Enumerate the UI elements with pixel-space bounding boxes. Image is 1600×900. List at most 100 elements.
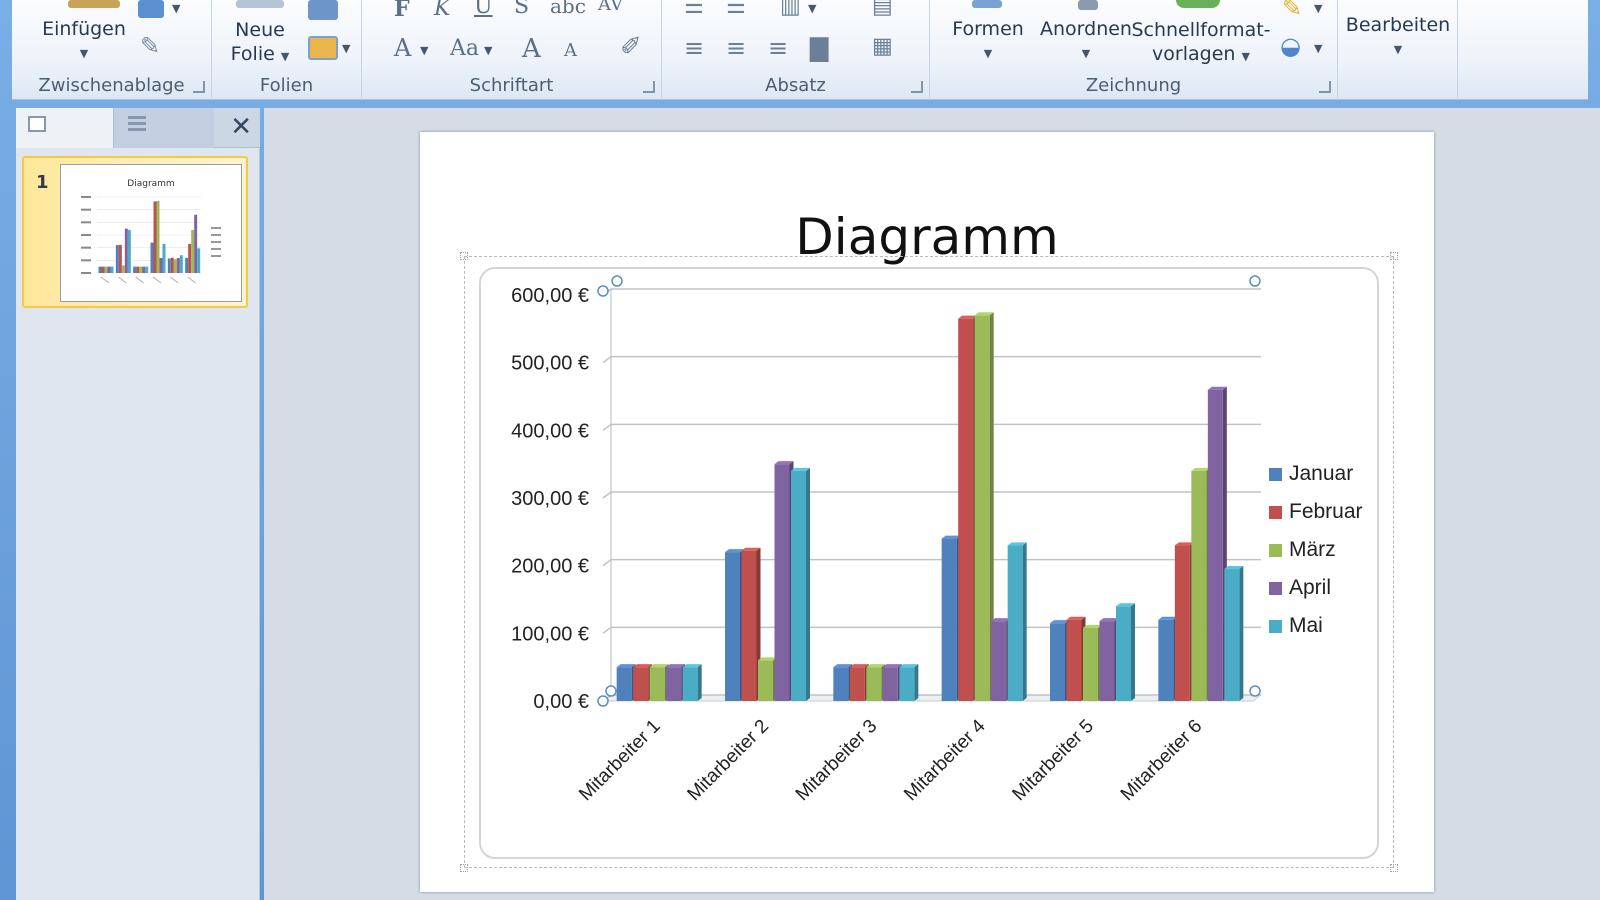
- plot-area-handle: [1249, 275, 1261, 287]
- slide-thumbnail[interactable]: 1 Diagramm: [22, 156, 248, 308]
- arrange-button[interactable]: Anordnen ▼: [1034, 18, 1138, 62]
- chart-placeholder-frame[interactable]: 0,00 € 100,00 € 200,00 € 300,00 € 400,00 € 50…: [460, 252, 1398, 872]
- frame-handle[interactable]: [460, 252, 468, 260]
- bar: [1083, 624, 1102, 701]
- tab-outline[interactable]: [114, 108, 214, 148]
- underline-button[interactable]: U: [474, 0, 493, 19]
- thumbnail-bar: [124, 228, 128, 273]
- bar-front: [666, 667, 682, 701]
- thumbnail-bar: [191, 229, 195, 273]
- shape-fill-icon[interactable]: ✎: [1282, 0, 1302, 22]
- frame-handle[interactable]: [1390, 864, 1398, 872]
- editing-button[interactable]: Bearbeiten ▼: [1344, 14, 1452, 58]
- decrease-indent-icon[interactable]: ☰: [684, 0, 704, 19]
- paragraph-group: ☰ ☰ ▥ ▼ ▤ ≡ ≡ ≡ ▇ ▦ Absatz: [662, 0, 930, 100]
- gridline: [602, 423, 1261, 431]
- bar: [616, 664, 636, 701]
- copy-dropdown-icon[interactable]: ▼: [172, 2, 180, 15]
- slides-group-label: Folien: [259, 75, 314, 96]
- character-spacing-button[interactable]: AV: [598, 0, 623, 15]
- font-color-dropdown-icon[interactable]: ▼: [420, 44, 428, 57]
- powerpoint-window: Einfügen ▼ ▼ ✎ Zwischenablage Neue Folie ▼…: [0, 0, 1600, 900]
- smartart-icon[interactable]: ▦: [872, 34, 893, 59]
- bold-button[interactable]: F: [394, 0, 410, 22]
- section-dropdown-icon[interactable]: ▼: [342, 42, 350, 55]
- italic-button[interactable]: K: [434, 0, 450, 21]
- new-slide-button[interactable]: Neue Folie ▼: [224, 18, 296, 69]
- text-direction-icon[interactable]: ▤: [872, 0, 893, 19]
- bar-front: [1050, 623, 1065, 701]
- shrink-font-button[interactable]: A: [564, 40, 577, 61]
- font-color-button[interactable]: A: [394, 34, 411, 62]
- thumbnail-bar: [118, 244, 122, 273]
- slide-canvas[interactable]: Diagramm 0,00 €100,00 €200,00 €300,00 €4…: [420, 132, 1434, 892]
- thumbnail-legend-entry: [211, 255, 221, 257]
- columns-icon[interactable]: ▥: [780, 0, 801, 19]
- clipboard-launcher-icon[interactable]: [193, 81, 205, 93]
- bar-front: [758, 660, 773, 701]
- y-tick-label: 0,00 €: [533, 691, 589, 713]
- bar: [1224, 566, 1244, 701]
- thumbnail-x-label: [187, 276, 196, 284]
- drawing-launcher-icon[interactable]: [1319, 81, 1331, 93]
- bar: [682, 664, 702, 701]
- legend-label: März: [1289, 538, 1336, 561]
- clear-formatting-icon[interactable]: ✐: [620, 32, 642, 62]
- layout-icon[interactable]: [308, 0, 338, 20]
- thumbnail-x-label: [100, 276, 110, 284]
- thumbnail-bar: [145, 266, 149, 273]
- thumbnail-bar: [133, 266, 137, 273]
- shape-effects-icon[interactable]: ◒: [1280, 32, 1301, 60]
- section-icon[interactable]: [308, 36, 338, 60]
- y-tick-label: 500,00 €: [511, 353, 589, 375]
- close-pane-icon[interactable]: ✕: [230, 112, 252, 142]
- thumbnail-bar: [156, 200, 160, 273]
- change-case-dropdown-icon[interactable]: ▼: [484, 44, 492, 57]
- align-center-icon[interactable]: ≡: [726, 34, 746, 62]
- text-shadow-button[interactable]: abc: [550, 0, 586, 18]
- shapes-icon: [972, 0, 1002, 8]
- bar: [1116, 603, 1135, 701]
- tab-slides[interactable]: [16, 108, 114, 148]
- editing-group: Bearbeiten ▼: [1338, 0, 1458, 100]
- legend-label: April: [1289, 576, 1331, 599]
- bar-front: [741, 550, 757, 701]
- clipboard-group-label: Zwischenablage: [38, 75, 185, 96]
- shape-effects-dropdown-icon[interactable]: ▼: [1314, 42, 1322, 55]
- bar-side: [1239, 566, 1244, 701]
- bar: [725, 549, 744, 701]
- strikethrough-button[interactable]: S: [514, 0, 529, 19]
- shapes-button[interactable]: Formen ▼: [940, 18, 1036, 62]
- shape-fill-dropdown-icon[interactable]: ▼: [1314, 2, 1322, 15]
- quick-styles-button[interactable]: Schnellformat-vorlagen ▼: [1130, 18, 1272, 69]
- paste-button[interactable]: Einfügen ▼: [32, 18, 136, 62]
- columns-dropdown-icon[interactable]: ▼: [808, 2, 816, 15]
- thumbnail-tick: [81, 196, 91, 198]
- bar-front: [1007, 545, 1023, 701]
- bar-front: [1174, 545, 1190, 701]
- thumbnail-x-label: [135, 276, 144, 284]
- justify-icon[interactable]: ▇: [810, 34, 828, 62]
- bar-front: [1191, 470, 1207, 701]
- grow-font-button[interactable]: A: [522, 34, 541, 64]
- chart-area[interactable]: 0,00 € 100,00 € 200,00 € 300,00 € 400,00 € 50…: [479, 267, 1379, 859]
- copy-icon[interactable]: [138, 0, 164, 18]
- paragraph-launcher-icon[interactable]: [911, 81, 923, 93]
- align-right-icon[interactable]: ≡: [768, 34, 788, 62]
- change-case-button[interactable]: Aa: [450, 36, 479, 61]
- bar: [1158, 616, 1178, 701]
- frame-handle[interactable]: [460, 864, 468, 872]
- bar: [666, 664, 686, 701]
- bar-front: [974, 315, 990, 701]
- bar-side: [697, 664, 702, 701]
- increase-indent-icon[interactable]: ☰: [726, 0, 746, 19]
- frame-handle[interactable]: [1390, 252, 1398, 260]
- legend-swatch: [1269, 544, 1282, 557]
- align-left-icon[interactable]: ≡: [684, 34, 704, 62]
- font-launcher-icon[interactable]: [643, 81, 655, 93]
- gridline: [602, 288, 1261, 296]
- format-painter-icon[interactable]: ✎: [140, 32, 160, 60]
- thumbnail-bar: [110, 266, 114, 273]
- legend-swatch: [1269, 620, 1282, 633]
- y-tick-label: 400,00 €: [511, 420, 589, 442]
